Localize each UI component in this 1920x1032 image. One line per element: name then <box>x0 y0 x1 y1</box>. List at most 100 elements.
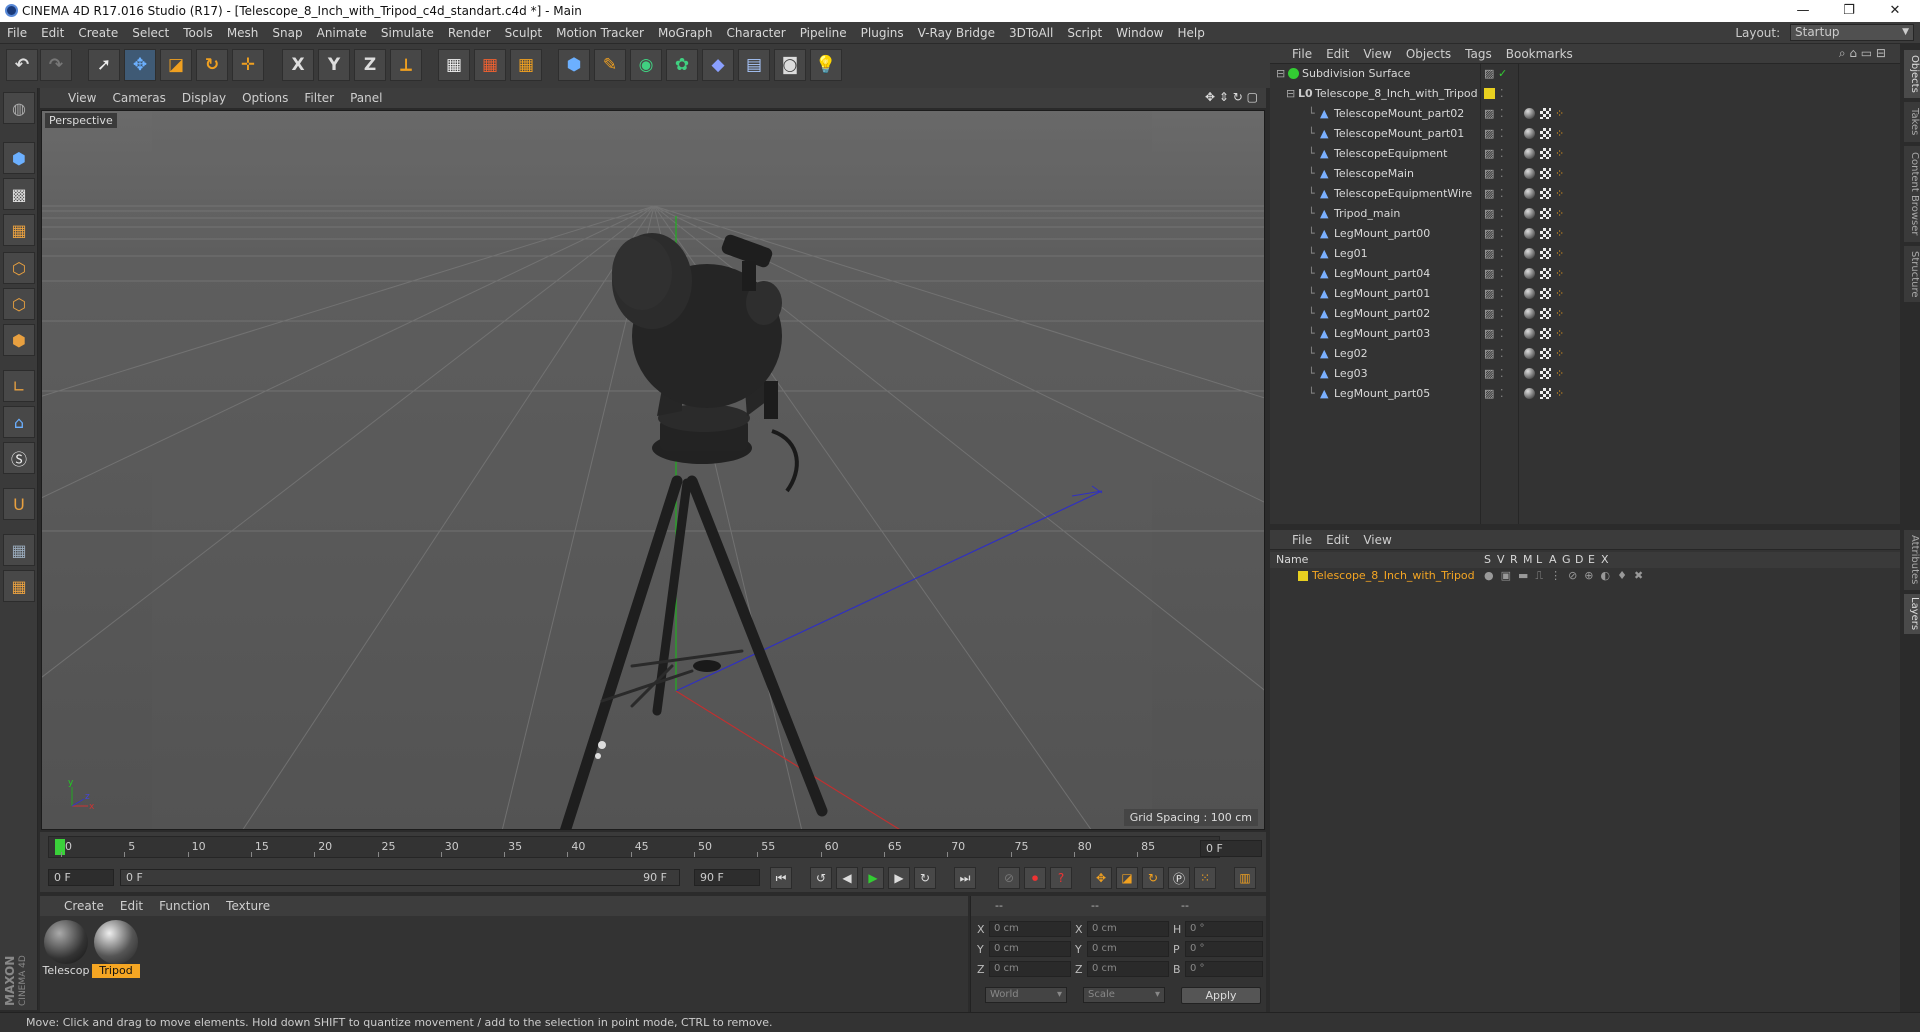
menu-3dtoall[interactable]: 3DToAll <box>1002 22 1060 44</box>
render-view-button[interactable]: ▦ <box>438 49 470 81</box>
object-row-child[interactable]: └ ▲ LegMount_part01 ▨ ⁚ ⁘ <box>1270 284 1900 304</box>
snap-button[interactable]: U <box>3 488 35 520</box>
visibility-dots-icon[interactable]: ⁚ <box>1500 384 1504 404</box>
layer-toggle-icon[interactable]: ▨ <box>1484 204 1494 224</box>
phong-tag-icon[interactable]: ⁘ <box>1555 144 1564 164</box>
prev-key-button[interactable]: ↺ <box>810 867 832 889</box>
uvw-tag-icon[interactable] <box>1540 348 1551 359</box>
obj-menu-tags[interactable]: Tags <box>1458 44 1499 64</box>
viewport-menu-view[interactable]: View <box>40 88 104 109</box>
record-keys-button[interactable]: ⊘ <box>998 867 1020 889</box>
visibility-dots-icon[interactable]: ⁚ <box>1500 84 1504 104</box>
tab-attributes[interactable]: Attributes <box>1904 530 1920 590</box>
next-key-button[interactable]: ↻ <box>914 867 936 889</box>
layer-row[interactable]: Telescope_8_Inch_with_Tripod ●▣▬⎍⋮⊘⊕◐♦✖ <box>1270 568 1900 584</box>
layer-flag-header[interactable]: E <box>1588 552 1595 568</box>
uvw-tag-icon[interactable] <box>1540 268 1551 279</box>
timeline-window-button[interactable]: ▥ <box>1234 867 1256 889</box>
position-z-field[interactable]: 0 cm <box>989 961 1071 977</box>
material-tag-icon[interactable] <box>1524 168 1535 179</box>
subdivision-button[interactable]: ◉ <box>630 49 662 81</box>
phong-tag-icon[interactable]: ⁘ <box>1555 264 1564 284</box>
keyframe-selection-button[interactable]: ? <box>1050 867 1072 889</box>
visibility-dots-icon[interactable]: ⁚ <box>1500 344 1504 364</box>
object-row-child[interactable]: └ ▲ LegMount_part05 ▨ ⁚ ⁘ <box>1270 384 1900 404</box>
obj-menu-view[interactable]: View <box>1356 44 1398 64</box>
menu-edit[interactable]: Edit <box>34 22 71 44</box>
object-row-child[interactable]: └ ▲ LegMount_part04 ▨ ⁚ ⁘ <box>1270 264 1900 284</box>
x-axis-button[interactable]: X <box>282 49 314 81</box>
end-frame-field[interactable]: 90 F <box>694 869 760 886</box>
move-tool-button[interactable]: ✥ <box>124 49 156 81</box>
light-button[interactable]: 💡 <box>810 49 842 81</box>
material-tag-icon[interactable] <box>1524 148 1535 159</box>
viewport-menu-options[interactable]: Options <box>234 88 296 109</box>
menu-file[interactable]: File <box>0 22 34 44</box>
visibility-dots-icon[interactable]: ⁚ <box>1500 284 1504 304</box>
material-tag-icon[interactable] <box>1524 288 1535 299</box>
timeline-ruler[interactable]: 051015202530354045505560657075808590 0 F <box>40 832 1266 862</box>
phong-tag-icon[interactable]: ⁘ <box>1555 364 1564 384</box>
minimize-button[interactable]: — <box>1780 0 1826 22</box>
next-frame-button[interactable]: ▶ <box>888 867 910 889</box>
viewport-menu-cameras[interactable]: Cameras <box>104 88 173 109</box>
object-row-child[interactable]: └ ▲ Tripod_main ▨ ⁚ ⁘ <box>1270 204 1900 224</box>
play-button[interactable]: ▶ <box>862 867 884 889</box>
uvw-tag-icon[interactable] <box>1540 228 1551 239</box>
uvw-tag-icon[interactable] <box>1540 208 1551 219</box>
menu-help[interactable]: Help <box>1170 22 1211 44</box>
tab-content-browser[interactable]: Content Browser <box>1904 146 1920 242</box>
phong-tag-icon[interactable]: ⁘ <box>1555 304 1564 324</box>
uvw-tag-icon[interactable] <box>1540 388 1551 399</box>
autokey-button[interactable]: ⏺ <box>1024 867 1046 889</box>
workplane-mode-button[interactable]: ▦ <box>3 214 35 246</box>
perspective-viewport[interactable]: y x z Perspective Grid Spacing : 100 cm <box>41 110 1265 830</box>
pen-spline-button[interactable]: ✎ <box>594 49 626 81</box>
uvw-tag-icon[interactable] <box>1540 188 1551 199</box>
visibility-dots-icon[interactable]: ⁚ <box>1500 124 1504 144</box>
menu-vray-bridge[interactable]: V-Ray Bridge <box>911 22 1002 44</box>
visibility-dots-icon[interactable]: ⁚ <box>1500 244 1504 264</box>
points-mode-button[interactable]: ⬡ <box>3 252 35 284</box>
layer-flag-header[interactable]: L <box>1536 552 1542 568</box>
layer-toggle-icon[interactable]: ▨ <box>1484 164 1494 184</box>
redo-button[interactable]: ↷ <box>40 49 72 81</box>
layer-flag-header[interactable]: R <box>1510 552 1518 568</box>
size-z-field[interactable]: 0 cm <box>1087 961 1169 977</box>
material-tripod[interactable]: Tripod <box>92 920 140 978</box>
obj-menu-bookmarks[interactable]: Bookmarks <box>1499 44 1580 64</box>
uvw-tag-icon[interactable] <box>1540 368 1551 379</box>
layer-toggle-icon[interactable]: ▨ <box>1484 64 1494 84</box>
material-tag-icon[interactable] <box>1524 368 1535 379</box>
size-mode-dropdown[interactable]: Scale ▾ <box>1083 987 1165 1003</box>
obj-menu-file[interactable]: File <box>1270 44 1319 64</box>
viewport-menu-display[interactable]: Display <box>174 88 234 109</box>
texture-mode-button[interactable]: ▩ <box>3 178 35 210</box>
deformer-button[interactable]: ◆ <box>702 49 734 81</box>
camera-button[interactable]: ◙ <box>774 49 806 81</box>
visibility-dots-icon[interactable]: ⁚ <box>1500 364 1504 384</box>
menu-simulate[interactable]: Simulate <box>374 22 441 44</box>
tab-structure[interactable]: Structure <box>1904 246 1920 302</box>
material-tag-icon[interactable] <box>1524 208 1535 219</box>
transform-tool-button[interactable]: ✛ <box>232 49 264 81</box>
goto-start-button[interactable]: ⏮ <box>770 867 792 889</box>
collapse-icon[interactable]: ⊟ <box>1276 64 1285 84</box>
phong-tag-icon[interactable]: ⁘ <box>1555 164 1564 184</box>
layer-toggle-icon[interactable]: ▨ <box>1484 304 1494 324</box>
object-row-child[interactable]: └ ▲ LegMount_part00 ▨ ⁚ ⁘ <box>1270 224 1900 244</box>
size-x-field[interactable]: 0 cm <box>1087 921 1169 937</box>
z-axis-button[interactable]: Z <box>354 49 386 81</box>
uvw-tag-icon[interactable] <box>1540 128 1551 139</box>
object-row-child[interactable]: └ ▲ Leg01 ▨ ⁚ ⁘ <box>1270 244 1900 264</box>
layer-color-icon[interactable] <box>1298 571 1308 581</box>
object-row-child[interactable]: └ ▲ TelescopeEquipmentWire ▨ ⁚ ⁘ <box>1270 184 1900 204</box>
floor-button[interactable]: ▤ <box>738 49 770 81</box>
visibility-dots-icon[interactable]: ⁚ <box>1500 164 1504 184</box>
frame-range-slider[interactable]: 0 F 90 F <box>120 869 680 886</box>
phong-tag-icon[interactable]: ⁘ <box>1555 244 1564 264</box>
layer-toggle-icon[interactable]: ▨ <box>1484 184 1494 204</box>
tab-layers[interactable]: Layers <box>1904 594 1920 634</box>
viewport-menu-filter[interactable]: Filter <box>296 88 342 109</box>
material-menu-function[interactable]: Function <box>151 896 218 916</box>
